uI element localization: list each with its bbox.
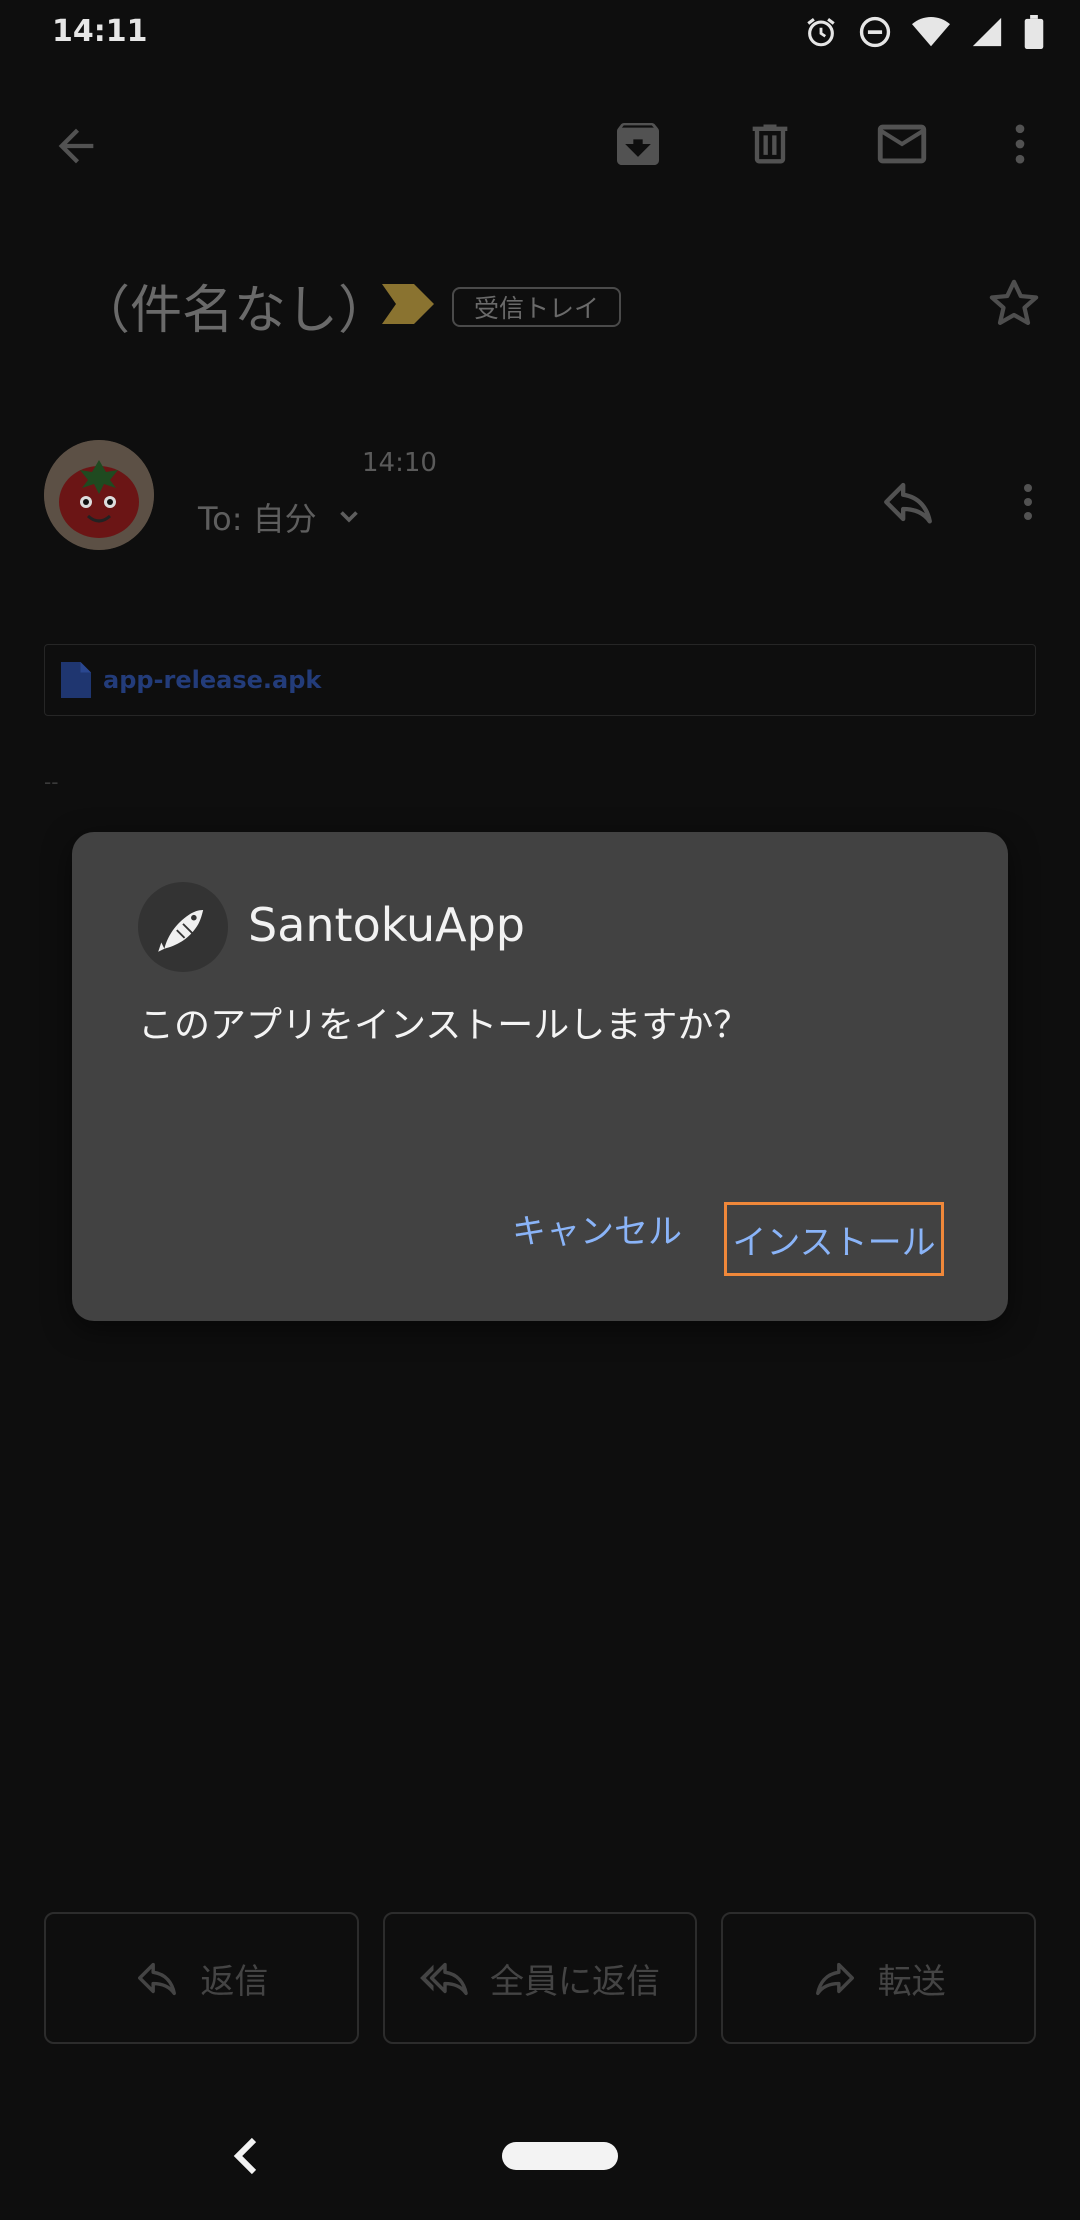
delete-icon[interactable]: [738, 112, 802, 176]
inbox-label-chip[interactable]: 受信トレイ: [452, 287, 622, 327]
recipient-details-toggle[interactable]: To: 自分: [198, 494, 367, 540]
reply-all-icon: [420, 1962, 468, 1996]
install-prompt: このアプリをインストールしますか？: [138, 1005, 750, 1046]
reply-all-label: 全員に返信: [490, 1961, 660, 2002]
mark-unread-icon[interactable]: [870, 112, 934, 176]
importance-marker-icon: [382, 284, 434, 324]
reply-button[interactable]: 返信: [44, 1912, 359, 2044]
file-icon: [61, 662, 91, 698]
wifi-icon: [912, 16, 950, 47]
cancel-button[interactable]: キャンセル: [512, 1204, 682, 1253]
back-arrow-icon[interactable]: [44, 114, 108, 178]
alarm-icon: [807, 18, 835, 47]
email-toolbar: [0, 66, 1080, 220]
reply-all-button[interactable]: 全員に返信: [382, 1912, 698, 2044]
install-dialog: SantokuApp このアプリをインストールしますか？ キャンセル インストー…: [72, 832, 1008, 1321]
dnd-icon: [859, 16, 891, 48]
email-subject: （件名なし）: [78, 281, 391, 341]
forward-icon: [815, 1962, 854, 1996]
status-bar: 14:11: [0, 0, 1080, 66]
signature-dash: --: [44, 770, 59, 794]
fish-icon: [158, 909, 204, 952]
reply-label: 返信: [200, 1961, 269, 2002]
app-name: SantokuApp: [248, 898, 525, 952]
sender-avatar[interactable]: [44, 440, 154, 550]
reply-icon[interactable]: [876, 470, 940, 534]
status-icons: [804, 14, 1044, 50]
status-time: 14:11: [52, 14, 148, 49]
more-vert-icon[interactable]: [988, 112, 1052, 176]
recipient-text: To: 自分: [198, 500, 317, 538]
install-button[interactable]: インストール: [724, 1202, 944, 1276]
signal-icon: [972, 17, 1002, 47]
chevron-down-icon: [339, 511, 358, 523]
sent-time: 14:10: [362, 448, 437, 478]
forward-button[interactable]: 転送: [721, 1912, 1037, 2044]
attachment-filename: app-release.apk: [103, 666, 322, 694]
app-icon: [138, 882, 228, 972]
nav-back-icon[interactable]: [224, 2134, 268, 2178]
battery-icon: [1024, 15, 1044, 49]
attachment-chip[interactable]: app-release.apk: [44, 644, 1036, 716]
forward-label: 転送: [877, 1961, 946, 2002]
star-icon[interactable]: [986, 276, 1042, 332]
message-more-icon[interactable]: [1004, 470, 1052, 534]
nav-home-pill[interactable]: [502, 2142, 618, 2170]
archive-icon[interactable]: [606, 112, 670, 176]
reply-icon: [138, 1962, 177, 1996]
bottom-actions: 返信 全員に返信 転送: [44, 1912, 1037, 2044]
